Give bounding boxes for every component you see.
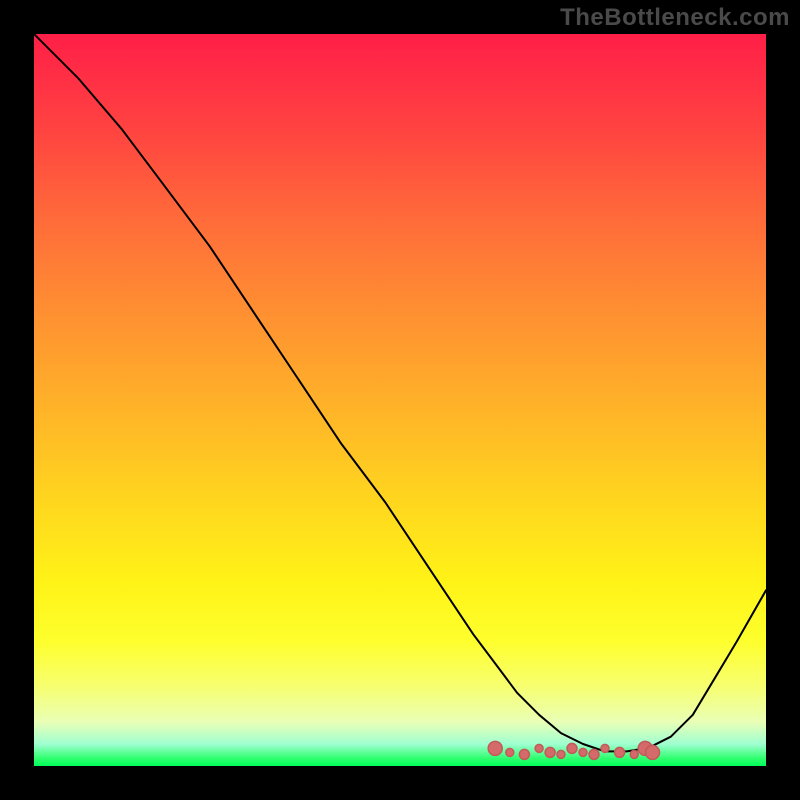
cluster-dot — [557, 750, 565, 758]
optimal-point-cluster — [488, 741, 659, 759]
cluster-dot — [615, 747, 625, 757]
cluster-dot — [646, 745, 660, 759]
cluster-dot — [488, 741, 502, 755]
cluster-dot — [519, 749, 529, 759]
cluster-dot — [630, 750, 638, 758]
bottleneck-curve — [34, 34, 766, 751]
cluster-dot — [545, 747, 555, 757]
chart-frame: TheBottleneck.com — [0, 0, 800, 800]
cluster-dot — [535, 744, 543, 752]
cluster-dot — [579, 748, 587, 756]
plot-area — [34, 34, 766, 766]
curve-svg — [34, 34, 766, 766]
cluster-dot — [567, 743, 577, 753]
cluster-dot — [601, 744, 609, 752]
watermark-text: TheBottleneck.com — [560, 4, 790, 32]
cluster-dot — [589, 749, 599, 759]
cluster-dot — [506, 748, 514, 756]
